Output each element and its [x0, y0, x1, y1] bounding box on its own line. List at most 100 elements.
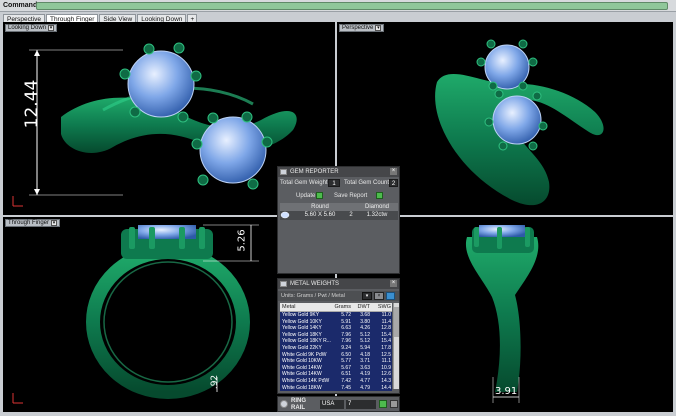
- table-cell: Yellow Gold 10KY: [282, 318, 322, 325]
- table-cell: 9.24: [341, 344, 351, 351]
- metal-icon: [280, 281, 287, 287]
- apply-size-button[interactable]: [379, 400, 387, 408]
- table-row[interactable]: White Gold 14KW 6.51 4.19 12.6: [280, 371, 392, 378]
- close-icon[interactable]: ×: [390, 280, 397, 287]
- table-row[interactable]: Yellow Gold 18KY R... 7.96 5.12 15.4: [280, 338, 392, 345]
- table-row[interactable]: White Gold 9K PdW 6.50 4.18 12.5: [280, 351, 392, 359]
- table-cell: White Gold 14K PdW: [282, 377, 330, 384]
- gem-icon: [280, 169, 287, 175]
- table-cell: 5.72: [341, 312, 351, 318]
- metal-table-header: Metal Grams DWT SWG: [280, 303, 392, 312]
- table-cell: 6.51: [341, 371, 351, 378]
- dimension-height: 12.44: [22, 79, 42, 129]
- gem-lower: [199, 116, 267, 184]
- table-cell: 6.63: [341, 325, 351, 332]
- ring-size-panel: RING RAIL USA 7: [277, 396, 400, 412]
- units-select[interactable]: ▾: [362, 292, 372, 300]
- metal-units-bar: Units: Grams / Pwt / Metal ▾ ×: [278, 291, 399, 301]
- table-cell: White Gold 14KW: [282, 364, 322, 371]
- table-row[interactable]: Yellow Gold 10KY 5.91 3.80 11.4: [280, 318, 392, 326]
- table-cell: 3.80: [360, 318, 370, 325]
- scrollbar-thumb[interactable]: [394, 307, 399, 337]
- viewport-label-perspective[interactable]: Perspective ▾: [339, 24, 385, 32]
- save-report-label: Save Report: [334, 193, 368, 199]
- table-cell: 5.12: [360, 331, 370, 338]
- ring-icon: [280, 400, 288, 408]
- gem-reporter-panel: GEM REPORTER × Total Gem Weight 1 Total …: [277, 166, 400, 274]
- total-gem-weight-label: Total Gem Weight: [280, 180, 328, 186]
- clear-button[interactable]: ×: [374, 292, 384, 300]
- table-cell: White Gold 9K PdW: [282, 351, 327, 358]
- table-cell: 3.63: [360, 364, 370, 371]
- table-row[interactable]: Yellow Gold 9KY 5.72 3.68 11.0: [280, 312, 392, 319]
- table-cell: 4.19: [360, 371, 370, 378]
- viewport-label-through-finger[interactable]: Through Finger ▾: [5, 219, 61, 227]
- ring-size-select[interactable]: 7: [346, 400, 376, 409]
- table-cell: 7.45: [341, 384, 351, 391]
- ring-band-shape: [86, 245, 250, 399]
- table-cell: 4.18: [360, 351, 370, 358]
- update-label: Update: [296, 193, 316, 199]
- table-cell: 12.6: [381, 371, 391, 378]
- table-cell: 4.77: [360, 377, 370, 384]
- table-cell: 12.5: [381, 351, 391, 358]
- table-row[interactable]: White Gold 14KW 5.67 3.63 10.9: [280, 364, 392, 372]
- metal-table-body: Yellow Gold 9KY 5.72 3.68 11.0 Yellow Gold 1…: [280, 312, 392, 392]
- pin-icon[interactable]: [390, 400, 398, 408]
- metal-weights-panel: METAL WEIGHTS × Units: Grams / Pwt / Met…: [277, 278, 400, 394]
- gem-side: [138, 225, 196, 239]
- chevron-down-icon[interactable]: ▾: [375, 25, 382, 31]
- total-gem-weight-value: 1: [328, 179, 340, 187]
- table-cell: 5.67: [341, 364, 351, 371]
- viewport-label-looking-down[interactable]: Looking Down ▾: [5, 24, 58, 32]
- table-row[interactable]: White Gold 18KW 7.45 4.79 14.4: [280, 384, 392, 392]
- dimension-shank-thickness: .92: [210, 374, 221, 390]
- total-gem-count-label: Total Gem Count: [344, 180, 390, 186]
- gem-table-header: Round Diamond: [280, 203, 398, 211]
- table-cell: Yellow Gold 14KY: [282, 325, 322, 332]
- table-cell: 11.1: [381, 358, 391, 365]
- metal-weights-title-bar[interactable]: METAL WEIGHTS ×: [278, 279, 399, 289]
- table-cell: White Gold 10KW: [282, 358, 322, 365]
- table-row[interactable]: Yellow Gold 14KY 6.63 4.26 12.8: [280, 325, 392, 332]
- metal-table: Metal Grams DWT SWG Yellow Gold 9KY 5.72 3…: [280, 303, 392, 392]
- table-cell: 15.4: [381, 331, 391, 338]
- table-row[interactable]: White Gold 10KW 5.77 3.71 11.1: [280, 358, 392, 365]
- command-bar: Command:: [0, 0, 676, 12]
- table-cell: 7.96: [341, 338, 351, 345]
- update-button[interactable]: [316, 192, 323, 199]
- table-row[interactable]: Yellow Gold 18KY 7.96 5.12 15.4: [280, 331, 392, 339]
- table-cell: 5.77: [341, 358, 351, 365]
- dimension-shank-width: 3.91: [495, 386, 518, 397]
- table-row[interactable]: White Gold 14K PdW 7.42 4.77 14.3: [280, 377, 392, 385]
- save-report-button[interactable]: [376, 192, 383, 199]
- table-cell: Yellow Gold 9KY: [282, 312, 320, 318]
- command-input[interactable]: [36, 2, 668, 10]
- table-cell: 14.4: [381, 384, 391, 391]
- table-cell: 12.8: [381, 325, 391, 332]
- gem-table: Round Diamond 5.60 X 5.60 2 1.32ctw: [280, 203, 398, 220]
- chevron-down-icon[interactable]: ▾: [48, 25, 55, 31]
- table-row[interactable]: Yellow Gold 22KY 9.24 5.94 17.8: [280, 344, 392, 352]
- table-cell: 5.91: [341, 318, 351, 325]
- close-icon[interactable]: ×: [390, 168, 397, 175]
- table-cell: 15.4: [381, 338, 391, 345]
- dimension-gem-height: 5.26: [236, 229, 248, 252]
- total-gem-count-value: 2: [389, 179, 398, 187]
- table-cell: 4.26: [360, 325, 370, 332]
- table-cell: Yellow Gold 22KY: [282, 344, 322, 351]
- table-cell: Yellow Gold 18KY: [282, 331, 322, 338]
- table-cell: 6.50: [341, 351, 351, 358]
- table-cell: 5.12: [360, 338, 370, 345]
- table-cell: 3.71: [360, 358, 370, 365]
- table-row[interactable]: 5.60 X 5.60 2 1.32ctw: [280, 211, 398, 220]
- table-cell: 10.9: [381, 364, 391, 371]
- ring-standard-select[interactable]: USA: [320, 400, 344, 409]
- export-button[interactable]: [386, 292, 395, 300]
- table-cell: 5.94: [360, 344, 370, 351]
- table-cell: White Gold 18KW: [282, 384, 322, 391]
- chevron-down-icon[interactable]: ▾: [51, 220, 58, 226]
- metal-table-scrollbar[interactable]: [393, 303, 399, 389]
- table-cell: 11.4: [381, 318, 391, 325]
- gem-reporter-title-bar[interactable]: GEM REPORTER ×: [278, 167, 399, 177]
